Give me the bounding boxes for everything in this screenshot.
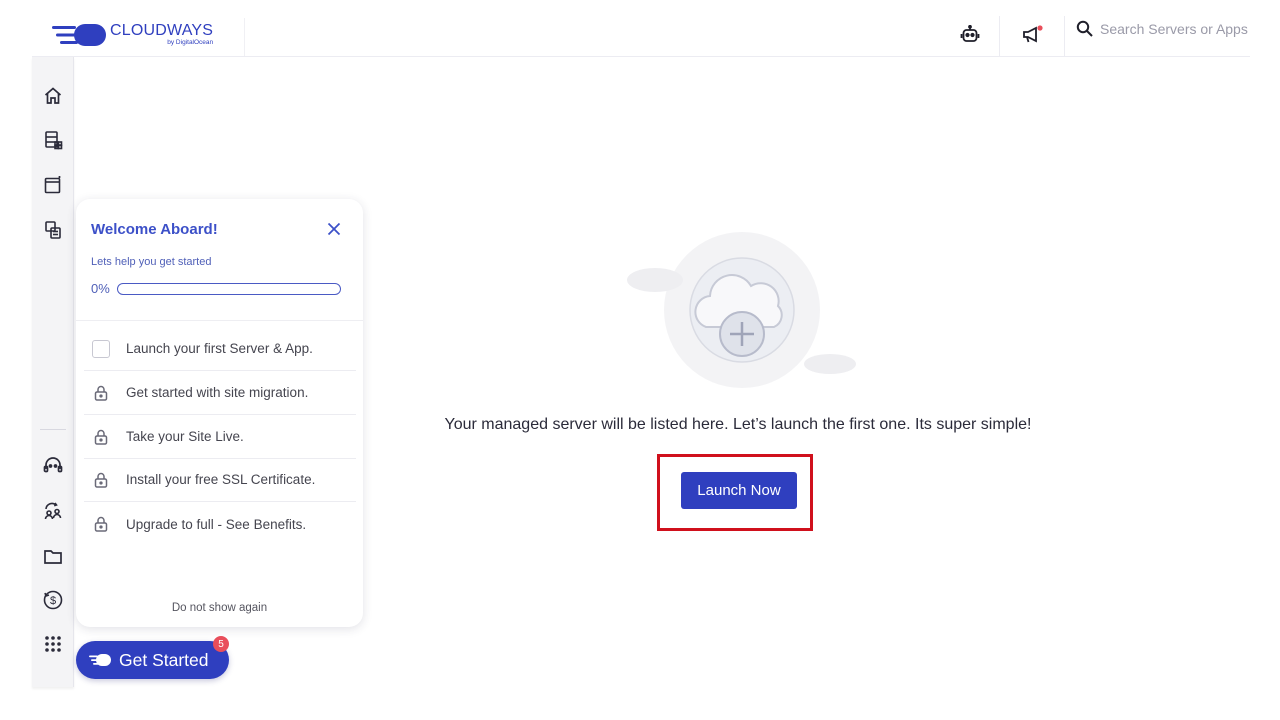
apps-grid-icon[interactable] [40,631,66,657]
home-icon[interactable] [40,83,66,109]
cloud-logo-icon [52,24,106,46]
welcome-subtitle: Lets help you get started [91,256,212,268]
cloud-logo-icon [89,654,111,666]
panel-divider [76,320,363,321]
applications-icon[interactable] [40,172,66,198]
header-separator [999,16,1000,56]
lock-icon [94,516,108,532]
progress-percent: 0% [91,281,110,296]
get-started-button[interactable]: Get Started [76,641,229,679]
notification-badge: 5 [213,636,229,652]
cloudways-logo[interactable]: CLOUDWAYS by DigitalOcean [52,22,213,48]
brand-sub: by DigitalOcean [167,39,214,47]
task-upgrade[interactable]: Upgrade to full - See Benefits. [84,502,356,546]
header-separator [1064,16,1065,56]
launch-now-button[interactable]: Launch Now [681,472,797,509]
welcome-panel: Welcome Aboard! Lets help you get starte… [76,199,363,627]
search-input[interactable] [1100,21,1250,37]
task-launch-server[interactable]: Launch your first Server & App. [84,327,356,371]
task-label: Upgrade to full - See Benefits. [126,516,307,532]
left-sidebar: $ [32,57,74,687]
task-label: Install your free SSL Certificate. [126,472,316,487]
task-label: Get started with site migration. [126,385,309,400]
task-site-live[interactable]: Take your Site Live. [84,415,356,459]
lock-icon [94,472,108,488]
logo-divider [244,18,245,56]
get-started-label: Get Started [119,649,209,670]
task-label: Take your Site Live. [126,429,244,444]
top-header: CLOUDWAYS by DigitalOcean [32,0,1250,57]
sidebar-separator [40,429,66,430]
do-not-show-again-link[interactable]: Do not show again [76,602,363,614]
task-checkbox[interactable] [92,339,110,358]
task-ssl-certificate[interactable]: Install your free SSL Certificate. [84,458,356,502]
robot-icon[interactable] [953,18,987,52]
servers-icon[interactable] [40,127,66,153]
progress-bar [117,283,341,295]
megaphone-icon[interactable] [1015,18,1049,52]
cloud-plus-illustration [627,232,856,388]
team-icon[interactable] [40,498,66,524]
projects-icon[interactable] [40,217,66,243]
empty-state-message: Your managed server will be listed here.… [444,416,1032,433]
brand-name: CLOUDWAYS [110,22,214,40]
welcome-title: Welcome Aboard! [91,221,218,238]
close-icon[interactable] [324,219,344,239]
folder-icon[interactable] [40,543,66,569]
svg-text:$: $ [50,595,56,607]
lock-icon [94,385,108,401]
billing-icon[interactable]: $ [40,587,66,613]
lock-icon [94,429,108,445]
task-label: Launch your first Server & App. [126,341,313,356]
support-icon[interactable] [40,452,66,478]
task-site-migration[interactable]: Get started with site migration. [84,371,356,415]
search-icon [1076,20,1093,37]
search-box[interactable] [1076,20,1250,38]
